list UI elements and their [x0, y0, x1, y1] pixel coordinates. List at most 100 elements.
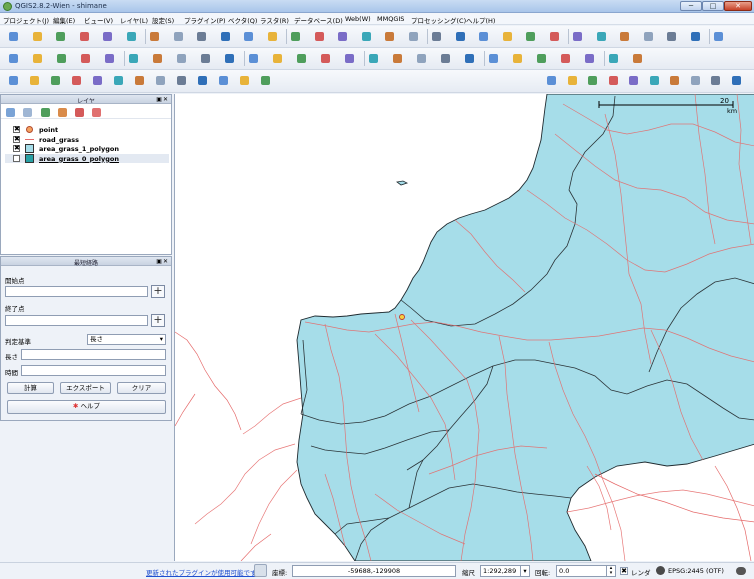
layer-visibility-checkbox[interactable]: ✖ — [13, 135, 20, 143]
add-postgis-icon[interactable] — [48, 73, 63, 88]
crs-status[interactable]: EPSG:2445 (OTF) — [668, 567, 724, 575]
menu-item-3[interactable]: レイヤ(L) — [120, 15, 148, 25]
zoom-native-icon[interactable] — [265, 29, 280, 44]
new-project-icon[interactable] — [6, 29, 21, 44]
bookmark-icon[interactable] — [617, 29, 632, 44]
new-layer-icon[interactable] — [216, 73, 231, 88]
export-button[interactable]: エクスポート — [60, 382, 111, 394]
help-icon[interactable] — [688, 29, 703, 44]
node-tool-icon[interactable] — [126, 51, 141, 66]
mmqgis-7-icon[interactable] — [667, 73, 682, 88]
capture-start-button[interactable]: + — [151, 285, 165, 298]
menu-item-9[interactable]: Web(W) — [345, 15, 371, 23]
add-mssql-icon[interactable] — [90, 73, 105, 88]
route-dock-float-close-icon[interactable]: ▣✕ — [156, 258, 169, 265]
menu-item-11[interactable]: プロセッシング(C) — [411, 15, 466, 25]
mmqgis-3-icon[interactable] — [585, 73, 600, 88]
pan-hand-icon[interactable] — [171, 29, 186, 44]
messages-bubble-icon[interactable] — [736, 567, 746, 575]
collapse-all-icon[interactable] — [75, 108, 84, 117]
remove-layer-icon[interactable] — [92, 108, 101, 117]
menu-item-6[interactable]: ベクタ(Q) — [228, 15, 257, 25]
render-checkbox[interactable]: ✖ — [620, 567, 628, 575]
add-group-icon[interactable] — [258, 73, 273, 88]
composer-manager-icon[interactable] — [124, 29, 139, 44]
python-icon[interactable] — [438, 51, 453, 66]
layer-item[interactable]: area_grass_0_polygon — [5, 153, 169, 163]
label-rotate-icon[interactable] — [342, 51, 357, 66]
deselect-icon[interactable] — [476, 29, 491, 44]
add-feature-icon[interactable] — [78, 51, 93, 66]
label-icon[interactable] — [246, 51, 261, 66]
zoom-last-icon[interactable] — [359, 29, 374, 44]
refresh-icon[interactable] — [406, 29, 421, 44]
plugin-b-icon[interactable] — [606, 51, 621, 66]
minimize-button[interactable]: ─ — [680, 1, 702, 11]
menu-item-2[interactable]: ビュー(V) — [84, 15, 113, 25]
menu-item-12[interactable]: ヘルプ(H) — [466, 15, 495, 25]
add-wms-icon[interactable] — [132, 73, 147, 88]
close-button[interactable]: ✕ — [724, 1, 752, 11]
menu-item-4[interactable]: 設定(S) — [152, 15, 174, 25]
mmqgis-5-icon[interactable] — [626, 73, 641, 88]
paste-icon[interactable] — [222, 51, 237, 66]
start-point-input[interactable] — [5, 286, 148, 297]
text-annotation-icon[interactable] — [664, 29, 679, 44]
maximize-button[interactable]: □ — [702, 1, 724, 11]
capture-end-button[interactable]: + — [151, 314, 165, 327]
label-show-icon[interactable] — [294, 51, 309, 66]
print-composer-icon[interactable] — [100, 29, 115, 44]
zoom-full-icon[interactable] — [288, 29, 303, 44]
dock-float-close-icon[interactable]: ▣✕ — [156, 96, 169, 103]
label-change-icon[interactable] — [366, 51, 381, 66]
metasearch-icon[interactable] — [414, 51, 429, 66]
new-bookmark-icon[interactable] — [641, 29, 656, 44]
map-svg[interactable]: 20 km — [175, 94, 754, 561]
georeferencer-icon[interactable] — [558, 51, 573, 66]
criterion-select[interactable]: 長さ ▾ — [87, 334, 166, 345]
help-button[interactable]: ✱ ヘルプ — [7, 400, 166, 414]
menu-item-1[interactable]: 編集(E) — [53, 15, 75, 25]
zoom-in-icon[interactable] — [218, 29, 233, 44]
clear-button[interactable]: クリア — [117, 382, 166, 394]
map-canvas[interactable]: 20 km — [174, 94, 754, 561]
add-vector-icon[interactable] — [6, 73, 21, 88]
copy-icon[interactable] — [198, 51, 213, 66]
plugin-update-link[interactable]: 更新されたプラグインが使用可能です — [146, 567, 257, 577]
csw-icon[interactable] — [390, 51, 405, 66]
save-as-icon[interactable] — [77, 29, 92, 44]
layer-visibility-checkbox[interactable]: ✖ — [13, 145, 20, 152]
layer-visibility-checkbox[interactable]: ✖ — [13, 126, 20, 133]
mmqgis-10-icon[interactable] — [729, 73, 744, 88]
manage-visibility-icon[interactable] — [23, 108, 32, 117]
gps-icon[interactable] — [534, 51, 549, 66]
layer-item[interactable]: ✖ area_grass_1_polygon — [5, 144, 169, 153]
rotation-stepper-icon[interactable]: ▴ ▾ — [606, 565, 616, 577]
filter-legend-icon[interactable] — [41, 108, 50, 117]
attribute-table-icon[interactable] — [523, 29, 538, 44]
mmqgis-9-icon[interactable] — [708, 73, 723, 88]
layer-item[interactable]: ✖ road_grass — [5, 135, 169, 144]
calculate-button[interactable]: 計算 — [7, 382, 54, 394]
zoom-layer-icon[interactable] — [312, 29, 327, 44]
delete-icon[interactable] — [150, 51, 165, 66]
route-point-marker[interactable] — [399, 314, 405, 320]
crs-globe-icon[interactable] — [656, 566, 665, 575]
zoom-out-icon[interactable] — [241, 29, 256, 44]
save-edits-icon[interactable] — [54, 51, 69, 66]
measure-icon[interactable] — [570, 29, 585, 44]
end-point-input[interactable] — [5, 315, 148, 326]
toggle-edit-icon[interactable] — [30, 51, 45, 66]
mmqgis-2-icon[interactable] — [565, 73, 580, 88]
search-icon[interactable] — [510, 51, 525, 66]
menu-item-8[interactable]: データベース(D) — [294, 15, 343, 25]
select-features-icon[interactable] — [453, 29, 468, 44]
label-pin-icon[interactable] — [270, 51, 285, 66]
plugin-a-icon[interactable] — [582, 51, 597, 66]
lines-icon[interactable] — [462, 51, 477, 66]
whats-this-icon[interactable] — [711, 29, 726, 44]
cut-icon[interactable] — [174, 51, 189, 66]
add-wcs-icon[interactable] — [153, 73, 168, 88]
identify-icon[interactable] — [429, 29, 444, 44]
mmqgis-1-icon[interactable] — [544, 73, 559, 88]
